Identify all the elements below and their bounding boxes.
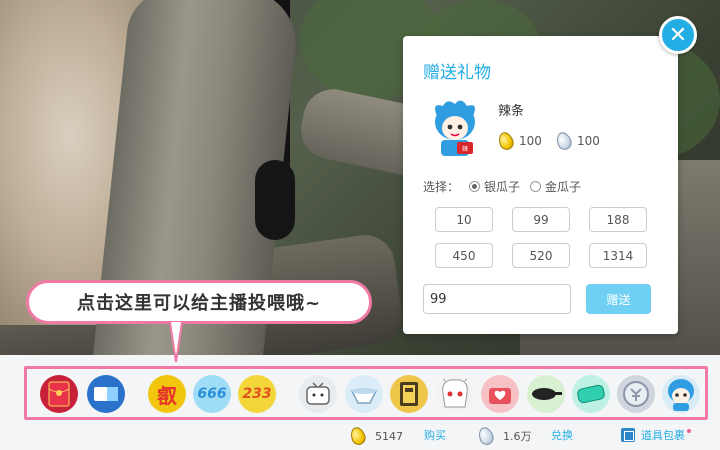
tip-pointer xyxy=(169,322,183,363)
feed-tip-bubble: 点击这里可以给主播投喂哦~ xyxy=(26,280,372,324)
silver-balance: 1.6万 xyxy=(476,425,532,447)
heart-box-gift[interactable] xyxy=(481,375,519,413)
red-packet-icon xyxy=(48,381,70,407)
fei-gift[interactable]: 㕡 xyxy=(148,375,186,413)
pan-icon xyxy=(532,388,562,400)
bowl-gift[interactable] xyxy=(345,375,383,413)
gold-price: 100 xyxy=(496,130,542,152)
live-room: 点击这里可以给主播投喂哦~ 赠送礼物 辣 辣条 100 100 选择： 银瓜子 … xyxy=(0,0,720,450)
qty-button[interactable]: 188 xyxy=(589,207,647,232)
gold-count: 5147 xyxy=(375,429,403,443)
gift-bar: 㕡 666 233 xyxy=(24,366,708,420)
qty-button[interactable]: 1314 xyxy=(589,243,647,268)
item-package[interactable]: 道具包裹 xyxy=(621,427,691,443)
silver-seed-icon xyxy=(476,425,496,447)
send-gift-button[interactable]: 赠送 xyxy=(586,284,651,314)
22-niang-gift[interactable] xyxy=(662,375,700,413)
tv-icon xyxy=(306,382,330,405)
silver-radio[interactable] xyxy=(469,181,481,192)
choose-label: 选择： xyxy=(423,180,460,194)
red-packet-gift[interactable] xyxy=(40,375,78,413)
pillow-icon xyxy=(577,384,605,404)
bowl-icon xyxy=(350,388,378,404)
character-gift[interactable] xyxy=(436,375,474,413)
qty-button[interactable]: 10 xyxy=(435,207,493,232)
package-label[interactable]: 道具包裹 xyxy=(641,427,685,443)
gold-price-value: 100 xyxy=(519,134,542,148)
ticket-icon xyxy=(94,387,118,401)
coin-gift[interactable] xyxy=(617,375,655,413)
gold-radio[interactable] xyxy=(530,181,542,192)
dialog-title: 赠送礼物 xyxy=(423,63,491,83)
heart-box-icon xyxy=(489,388,511,404)
book-icon xyxy=(400,382,418,406)
currency-selector: 选择： 银瓜子 金瓜子 xyxy=(423,178,581,195)
quantity-input[interactable] xyxy=(423,284,571,314)
silver-seed-icon xyxy=(554,130,574,152)
feed-tip-text: 点击这里可以给主播投喂哦~ xyxy=(76,293,322,314)
666-gift[interactable]: 666 xyxy=(193,375,231,413)
233-gift[interactable]: 233 xyxy=(238,375,276,413)
qty-button[interactable]: 520 xyxy=(512,243,570,268)
22-niang-icon xyxy=(668,379,694,411)
gold-seed-icon xyxy=(348,425,368,447)
silver-price: 100 xyxy=(554,130,600,152)
gold-balance: 5147 xyxy=(348,425,403,447)
book-gift[interactable] xyxy=(390,375,428,413)
exchange-link-wrap: 兑换 xyxy=(551,427,573,443)
tv-gift[interactable] xyxy=(299,375,337,413)
pan-gift[interactable] xyxy=(527,375,565,413)
silver-option-label[interactable]: 银瓜子 xyxy=(484,178,520,195)
coin-icon xyxy=(623,381,649,407)
notification-dot xyxy=(687,429,691,433)
gold-option-label[interactable]: 金瓜子 xyxy=(545,178,581,195)
gift-dialog: 赠送礼物 辣 辣条 100 100 选择： 银瓜子 金瓜子 10 99 188 … xyxy=(403,36,678,334)
pillow-gift[interactable] xyxy=(572,375,610,413)
buy-link-wrap: 购买 xyxy=(424,427,446,443)
qty-button[interactable]: 450 xyxy=(435,243,493,268)
exchange-link[interactable]: 兑换 xyxy=(551,427,573,443)
svg-text:辣: 辣 xyxy=(462,145,468,153)
qty-button[interactable]: 99 xyxy=(512,207,570,232)
silver-price-value: 100 xyxy=(577,134,600,148)
gift-latiao-icon: 辣 xyxy=(435,100,475,156)
gold-seed-icon xyxy=(496,130,516,152)
buy-link[interactable]: 购买 xyxy=(424,427,446,443)
gift-name: 辣条 xyxy=(498,104,525,119)
silver-count: 1.6万 xyxy=(503,430,532,443)
character-icon xyxy=(441,377,469,408)
ticket-gift[interactable] xyxy=(87,375,125,413)
close-icon[interactable]: ✕ xyxy=(659,16,697,54)
panda-arm xyxy=(255,160,295,240)
package-icon xyxy=(621,428,635,442)
